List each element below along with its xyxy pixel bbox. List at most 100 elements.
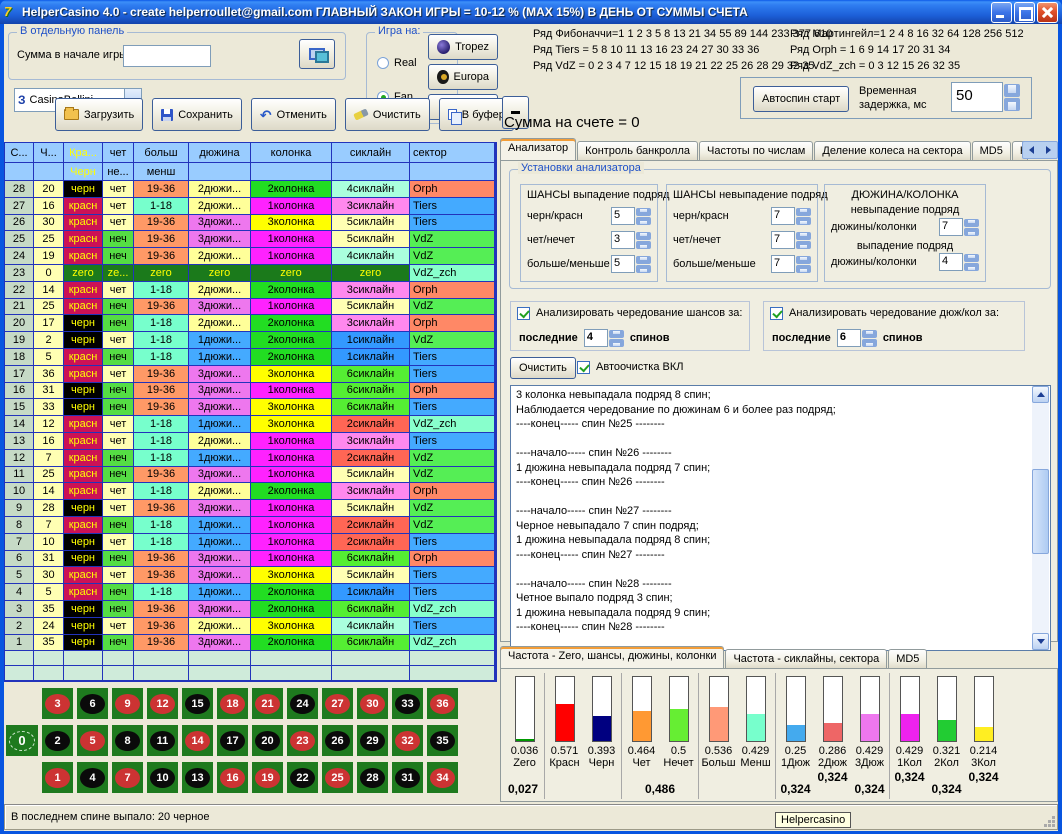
board-cell-24[interactable]: 24 [287, 688, 318, 719]
autoclear-checkbox[interactable]: Автоочистка ВКЛ [577, 361, 683, 374]
close-button[interactable] [1037, 2, 1058, 23]
board-cell-zero[interactable]: 0 [6, 725, 38, 756]
table-row[interactable]: 127красннеч1-181дюжи...1колонка2сиклайнV… [5, 450, 495, 467]
scroll-up-button[interactable] [1032, 386, 1049, 403]
board-cell-30[interactable]: 30 [357, 688, 388, 719]
board-cell-23[interactable]: 23 [287, 725, 318, 756]
start-sum-input[interactable] [123, 45, 211, 67]
dk-spinner2[interactable]: 4 [939, 253, 979, 271]
table-row[interactable]: 1631черннеч19-363дюжи...1колонка6сиклайн… [5, 383, 495, 400]
log-scrollbar[interactable] [1032, 386, 1049, 650]
table-row[interactable]: 135черннеч19-363дюжи...2колонка6сиклайнV… [5, 635, 495, 652]
spin-down-button[interactable] [636, 241, 651, 249]
setting-spinner[interactable]: 5 [611, 255, 651, 273]
minimize-button[interactable] [991, 2, 1012, 23]
setting-spinner[interactable]: 3 [611, 231, 651, 249]
spin-down-button[interactable] [964, 228, 979, 236]
board-cell-36[interactable]: 36 [427, 688, 458, 719]
board-cell-32[interactable]: 32 [392, 725, 423, 756]
board-cell-20[interactable]: 20 [252, 725, 283, 756]
board-cell-28[interactable]: 28 [357, 762, 388, 793]
board-cell-22[interactable]: 22 [287, 762, 318, 793]
board-cell-13[interactable]: 13 [182, 762, 213, 793]
spin-down-button[interactable] [796, 217, 811, 225]
tab-2[interactable]: Контроль банкролла [577, 141, 698, 160]
spin-up-button[interactable] [796, 208, 811, 216]
table-row[interactable]: 192чернчет1-181дюжи...2колонка1сиклайнVd… [5, 332, 495, 349]
board-cell-12[interactable]: 12 [147, 688, 178, 719]
spin-down-button[interactable] [964, 263, 979, 271]
spin-up-button[interactable] [964, 254, 979, 262]
table-row[interactable]: 631черннеч19-363дюжи...1колонка6сиклайнO… [5, 551, 495, 568]
table-row[interactable]: 335черннеч19-363дюжи...2колонка6сиклайнV… [5, 601, 495, 618]
spin-value[interactable]: 5 [611, 255, 635, 273]
spin-down-button[interactable] [862, 339, 877, 347]
board-cell-35[interactable]: 35 [427, 725, 458, 756]
clear-button[interactable]: Очистить [345, 98, 430, 131]
tab-scroller[interactable] [1022, 141, 1058, 159]
tab-5[interactable]: MD5 [972, 141, 1011, 160]
board-cell-21[interactable]: 21 [252, 688, 283, 719]
tab-3[interactable]: MD5 [888, 649, 927, 668]
spin-up-button[interactable] [636, 232, 651, 240]
tab-1[interactable]: Анализатор [500, 138, 576, 160]
spin-down-button[interactable] [796, 241, 811, 249]
board-cell-11[interactable]: 11 [147, 725, 178, 756]
board-cell-10[interactable]: 10 [147, 762, 178, 793]
log-clear-button[interactable]: Очистить [510, 357, 576, 379]
spin-value[interactable]: 7 [771, 255, 795, 273]
board-cell-9[interactable]: 9 [112, 688, 143, 719]
spin-up-button[interactable] [964, 219, 979, 227]
setting-spinner[interactable]: 5 [611, 207, 651, 225]
spin-value[interactable]: 50 [951, 82, 1003, 112]
board-cell-8[interactable]: 8 [112, 725, 143, 756]
tab-3[interactable]: Частоты по числам [699, 141, 813, 160]
board-cell-16[interactable]: 16 [217, 762, 248, 793]
spin-up-button[interactable] [796, 232, 811, 240]
tab-4[interactable]: Деление колеса на сектора [814, 141, 970, 160]
spin-value[interactable]: 7 [939, 218, 963, 236]
table-row[interactable]: 87красннеч1-181дюжи...1колонка2сиклайнVd… [5, 517, 495, 534]
table-row[interactable]: 2630краснчет19-363дюжи...3колонка5сиклай… [5, 215, 495, 232]
table-row[interactable]: 2716краснчет1-182дюжи...1колонка3сиклайн… [5, 198, 495, 215]
load-button[interactable]: Загрузить [55, 98, 143, 131]
tropez-button[interactable]: Tropez [428, 34, 498, 60]
table-row[interactable]: 1736краснчет19-363дюжи...3колонка6сиклай… [5, 366, 495, 383]
spin-up-button[interactable] [636, 208, 651, 216]
board-cell-5[interactable]: 5 [77, 725, 108, 756]
table-row[interactable]: 1412краснчет1-181дюжи...3колонка2сиклайн… [5, 416, 495, 433]
spin-up-button[interactable] [609, 330, 624, 338]
board-cell-31[interactable]: 31 [392, 762, 423, 793]
table-row[interactable]: 1316краснчет1-182дюжи...1колонка3сиклайн… [5, 433, 495, 450]
setting-spinner[interactable]: 7 [771, 231, 811, 249]
spin-up-button[interactable] [796, 256, 811, 264]
table-row[interactable]: 1125красннеч19-363дюжи...1колонка5сиклай… [5, 467, 495, 484]
spin-value[interactable]: 7 [771, 207, 795, 225]
table-row[interactable]: 710чернчет1-181дюжи...1колонка2сиклайнTi… [5, 534, 495, 551]
analysis-log[interactable]: 3 колонка невыпадала подряд 8 спин; Набл… [510, 385, 1051, 651]
table-row[interactable]: 185красннеч1-181дюжи...2колонка1сиклайнT… [5, 349, 495, 366]
undo-button[interactable]: ↶Отменить [251, 98, 336, 131]
spin-down-button[interactable] [1004, 98, 1020, 111]
spin-up-button[interactable] [862, 330, 877, 338]
table-row[interactable]: 530краснчет19-363дюжи...3колонка5сиклайн… [5, 567, 495, 584]
delay-spinner[interactable]: 50 [951, 82, 1020, 112]
table-row[interactable]: 230zeroze...zerozerozerozeroVdZ_zch [5, 265, 495, 282]
resize-grip[interactable] [1043, 815, 1055, 827]
spin-value[interactable]: 3 [611, 231, 635, 249]
board-cell-7[interactable]: 7 [112, 762, 143, 793]
spin-value[interactable]: 4 [584, 329, 608, 347]
spin-value[interactable]: 6 [837, 329, 861, 347]
board-cell-3[interactable]: 3 [42, 688, 73, 719]
spin-down-button[interactable] [796, 265, 811, 273]
board-cell-14[interactable]: 14 [182, 725, 213, 756]
board-cell-18[interactable]: 18 [217, 688, 248, 719]
dozen-spins-spinner[interactable]: 6 [837, 329, 877, 347]
board-cell-17[interactable]: 17 [217, 725, 248, 756]
table-row[interactable]: 1533черннеч19-363дюжи...3колонка6сиклайн… [5, 399, 495, 416]
save-button[interactable]: Сохранить [152, 98, 242, 131]
board-cell-29[interactable]: 29 [357, 725, 388, 756]
tab-2[interactable]: Частота - сиклайны, сектора [725, 649, 887, 668]
board-cell-19[interactable]: 19 [252, 762, 283, 793]
panel-toggle-button[interactable] [299, 39, 335, 69]
